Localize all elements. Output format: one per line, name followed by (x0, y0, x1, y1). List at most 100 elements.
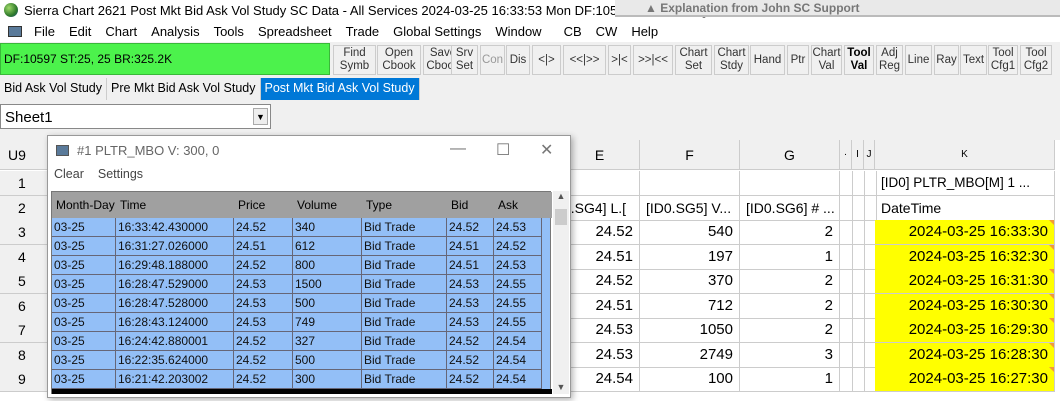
menu-cw[interactable]: CW (596, 24, 626, 39)
cell[interactable]: 2024-03-25 16:31:30 (875, 269, 1055, 294)
table-cell[interactable]: 16:28:47.528000 (116, 294, 234, 313)
toolbar-button-[interactable]: >>|<< (633, 45, 673, 75)
toolbar-button-ray[interactable]: Ray (934, 45, 959, 75)
table-cell[interactable]: Bid Trade (362, 370, 447, 389)
cell[interactable]: DateTime (875, 195, 1055, 221)
table-cell[interactable]: 24.53 (447, 294, 494, 313)
table-cell[interactable]: 16:22:35.624000 (116, 351, 234, 370)
menu-file[interactable]: File (34, 24, 63, 39)
cell[interactable]: 2024-03-25 16:32:30 (875, 244, 1055, 270)
cell[interactable]: ].SG4] L... (560, 195, 640, 221)
toolbar-button-chartset[interactable]: Chart Set (675, 45, 712, 75)
column-header-·[interactable]: · (840, 140, 852, 170)
row-header[interactable]: 3 (0, 220, 48, 245)
scroll-up-icon[interactable]: ▲ (553, 191, 569, 201)
table-cell[interactable]: 24.52 (447, 351, 494, 370)
cell[interactable]: 24.53 (560, 342, 640, 368)
column-header-K[interactable]: K (875, 140, 1055, 170)
table-cell[interactable]: 03-25 (52, 351, 116, 370)
toolbar-button-chartstdy[interactable]: Chart Stdy (714, 45, 749, 75)
table-cell[interactable]: 24.51 (234, 237, 293, 256)
menu-cb[interactable]: CB (564, 24, 590, 39)
row-header[interactable]: 6 (0, 293, 48, 319)
row-header[interactable]: 2 (0, 195, 48, 221)
table-cell[interactable]: 24.52 (234, 218, 293, 237)
tab-0[interactable]: Bid Ask Vol Study (0, 78, 107, 100)
table-cell[interactable]: 03-25 (52, 237, 116, 256)
cell[interactable]: 2024-03-25 16:27:30 (875, 367, 1055, 392)
cell[interactable]: [ID0] PLTR_MBO[M] 1 ... (875, 171, 1055, 196)
table-header-month-day[interactable]: Month-Day (52, 192, 116, 218)
toolbar-button-toolval[interactable]: Tool Val (844, 45, 874, 75)
table-cell[interactable]: 16:21:42.203002 (116, 370, 234, 389)
cell[interactable]: 24.52 (560, 269, 640, 294)
table-cell[interactable]: 24.52 (447, 370, 494, 389)
close-icon[interactable]: ✕ (540, 140, 553, 160)
toolbar-button-ptr[interactable]: Ptr (787, 45, 809, 75)
table-cell[interactable]: 24.54 (494, 332, 542, 351)
cell[interactable]: 100 (640, 367, 740, 392)
table-cell[interactable]: 24.53 (494, 256, 542, 275)
cell[interactable]: 24.54 (560, 367, 640, 392)
cell[interactable]: 2024-03-25 16:29:30 (875, 318, 1055, 343)
cell[interactable]: 370 (640, 269, 740, 294)
settings-menu[interactable]: Settings (98, 167, 143, 181)
cell[interactable]: 2 (740, 269, 840, 294)
table-cell[interactable]: Bid Trade (362, 237, 447, 256)
toolbar-button-line[interactable]: Line (905, 45, 932, 75)
toolbar-button-toolcfg2[interactable]: Tool Cfg2 (1020, 45, 1052, 75)
table-cell[interactable]: Bid Trade (362, 313, 447, 332)
toolbar-button-hand[interactable]: Hand (750, 45, 785, 75)
toolbar-button-adjreg[interactable]: Adj Reg (876, 45, 903, 75)
cell[interactable]: 24.53 (560, 318, 640, 343)
cell[interactable]: 24.51 (560, 244, 640, 270)
table-cell[interactable]: 16:29:48.188000 (116, 256, 234, 275)
cell[interactable]: 2024-03-25 16:28:30 (875, 342, 1055, 368)
table-cell[interactable]: 749 (293, 313, 362, 332)
table-cell[interactable]: 03-25 (52, 313, 116, 332)
table-cell[interactable]: 500 (293, 351, 362, 370)
table-cell[interactable]: Bid Trade (362, 256, 447, 275)
toolbar-button-[interactable]: >|< (608, 45, 631, 75)
tab-2[interactable]: Post Mkt Bid Ask Vol Study (260, 78, 420, 100)
table-cell[interactable]: Bid Trade (362, 351, 447, 370)
toolbar-button-opencbook[interactable]: Open Cbook (377, 45, 421, 75)
cell[interactable]: 712 (640, 293, 740, 319)
column-header-F[interactable]: F (640, 140, 740, 170)
row-header[interactable]: 5 (0, 269, 48, 294)
table-cell[interactable]: 24.55 (494, 294, 542, 313)
table-cell[interactable]: 24.55 (494, 313, 542, 332)
table-cell[interactable]: 327 (293, 332, 362, 351)
row-header[interactable]: 4 (0, 244, 48, 270)
table-cell[interactable]: 800 (293, 256, 362, 275)
toolbar-button-[interactable]: <|> (532, 45, 561, 75)
maximize-icon[interactable]: ☐ (496, 140, 510, 160)
table-cell[interactable]: 16:24:42.880001 (116, 332, 234, 351)
toolbar-button-findsymb[interactable]: Find Symb (333, 45, 376, 75)
menu-help[interactable]: Help (631, 24, 666, 39)
row-header[interactable]: 1 (0, 171, 48, 196)
cell[interactable] (560, 171, 640, 196)
table-cell[interactable]: 300 (293, 370, 362, 389)
table-cell[interactable]: 24.53 (234, 313, 293, 332)
table-cell[interactable]: 24.54 (494, 370, 542, 389)
table-cell[interactable]: 612 (293, 237, 362, 256)
table-cell[interactable]: 03-25 (52, 275, 116, 294)
table-cell[interactable]: 24.53 (447, 313, 494, 332)
explanation-overlay[interactable]: ▲ Explanation from John SC Support (615, 0, 1060, 17)
menu-window[interactable]: Window (495, 24, 549, 39)
cell[interactable]: 1 (740, 244, 840, 270)
cell[interactable]: 1 (740, 367, 840, 392)
table-header-time[interactable]: Time (116, 192, 234, 218)
table-header-type[interactable]: Type (362, 192, 447, 218)
cell[interactable]: 2 (740, 220, 840, 245)
scroll-thumb[interactable] (555, 209, 567, 225)
toolbar-button-[interactable]: <<|>> (563, 45, 606, 75)
cell[interactable]: 540 (640, 220, 740, 245)
table-header-price[interactable]: Price (234, 192, 293, 218)
table-cell[interactable]: 500 (293, 294, 362, 313)
table-cell[interactable]: 340 (293, 218, 362, 237)
toolbar-button-dis[interactable]: Dis (506, 45, 530, 75)
cell[interactable]: [ID0.SG5] V... (640, 195, 740, 221)
menu-chart[interactable]: Chart (105, 24, 145, 39)
